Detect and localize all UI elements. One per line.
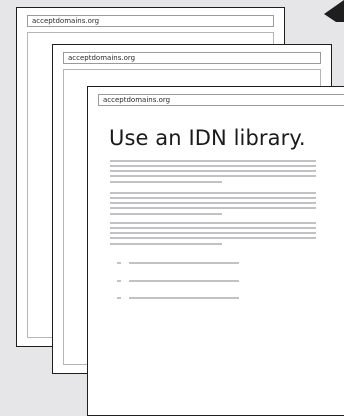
text-line [110, 192, 316, 194]
bullet-icon [117, 280, 121, 282]
url-text: acceptdomains.org [32, 17, 100, 25]
url-text: acceptdomains.org [103, 96, 171, 104]
text-line [110, 222, 316, 224]
text-line [110, 227, 316, 229]
text-line [110, 207, 316, 209]
text-line [129, 280, 239, 282]
text-line [110, 170, 316, 172]
text-line [110, 160, 316, 162]
text-line [110, 175, 316, 177]
text-line [129, 297, 239, 299]
url-text: acceptdomains.org [68, 54, 136, 62]
text-line [110, 237, 316, 239]
text-line [129, 262, 239, 264]
corner-triangle-icon [324, 0, 344, 22]
text-line [110, 197, 316, 199]
text-line [110, 202, 316, 204]
address-bar: acceptdomains.org [63, 52, 321, 64]
text-line [110, 213, 222, 215]
text-line [110, 232, 316, 234]
bullet-icon [117, 262, 121, 264]
bullet-icon [117, 297, 121, 299]
text-line [110, 243, 222, 245]
text-line [110, 181, 222, 183]
text-line [110, 165, 316, 167]
page-headline: Use an IDN library. [109, 126, 306, 150]
address-bar: acceptdomains.org [27, 15, 274, 27]
address-bar: acceptdomains.org [98, 94, 344, 106]
